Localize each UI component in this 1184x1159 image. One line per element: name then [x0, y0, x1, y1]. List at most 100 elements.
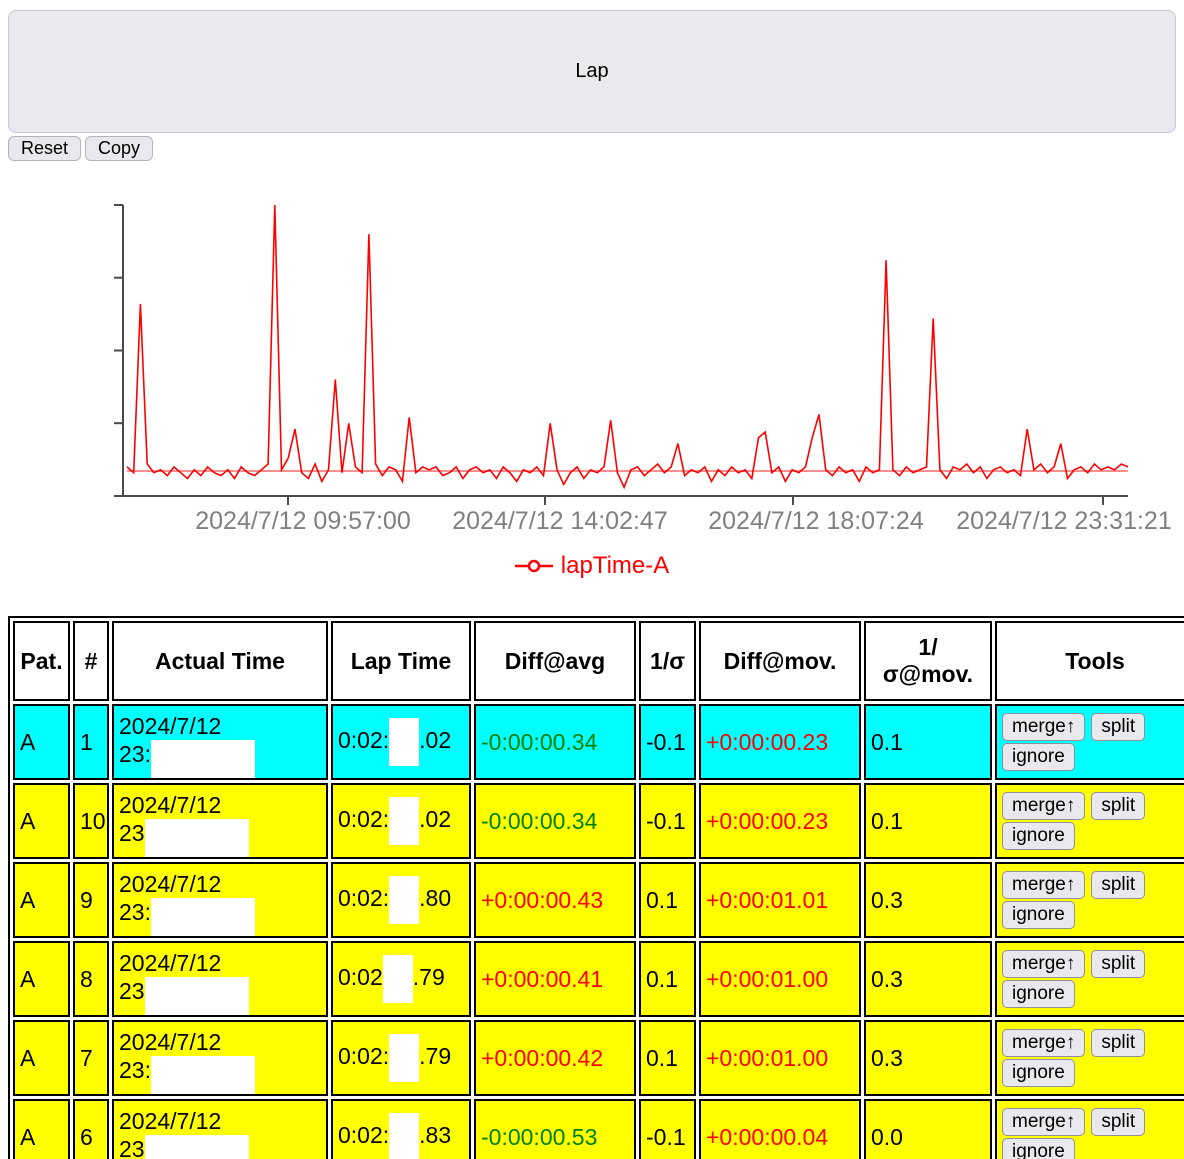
cell-diff-mov: +0:00:01.01: [699, 862, 861, 938]
redaction-box: [145, 1135, 249, 1159]
legend-marker-icon: [515, 559, 553, 573]
ignore-button[interactable]: ignore: [1002, 1138, 1075, 1159]
split-button[interactable]: split: [1091, 792, 1145, 820]
redaction-box: [383, 955, 413, 1003]
cell-actual-time: 2024/7/12 23: [112, 1099, 328, 1159]
cell-inv-sigma: 0.1: [639, 941, 696, 1017]
cell-actual-time: 2024/7/12 23:: [112, 1020, 328, 1096]
cell-number: 9: [73, 862, 109, 938]
split-button[interactable]: split: [1091, 1029, 1145, 1057]
ignore-button[interactable]: ignore: [1002, 822, 1075, 850]
cell-actual-time: 2024/7/12 23:: [112, 862, 328, 938]
ignore-button[interactable]: ignore: [1002, 980, 1075, 1008]
cell-lap-time: 0:02:.02: [331, 783, 471, 859]
cell-inv-sigma: 0.1: [639, 862, 696, 938]
table-row: A 1 2024/7/12 23: 0:02:.02 -0:00:00.34 -…: [13, 704, 1184, 780]
redaction-box: [145, 819, 249, 857]
copy-button[interactable]: Copy: [85, 136, 153, 161]
x-tick-label: 2024/7/12 23:31:21: [956, 507, 1171, 535]
cell-pattern: A: [13, 704, 70, 780]
merge-button[interactable]: merge↑: [1002, 1029, 1085, 1057]
lap-panel-header[interactable]: Lap: [8, 10, 1176, 133]
cell-diff-mov: +0:00:01.00: [699, 941, 861, 1017]
header-pattern: Pat.: [13, 621, 70, 701]
cell-pattern: A: [13, 1099, 70, 1159]
merge-button[interactable]: merge↑: [1002, 713, 1085, 741]
cell-diff-avg: +0:00:00.41: [474, 941, 636, 1017]
cell-inv-sigma: 0.1: [639, 1020, 696, 1096]
cell-lap-time: 0:02:.83: [331, 1099, 471, 1159]
merge-button[interactable]: merge↑: [1002, 792, 1085, 820]
x-tick-label: 2024/7/12 09:57:00: [195, 507, 410, 535]
header-actual-time: Actual Time: [112, 621, 328, 701]
redaction-box: [151, 898, 255, 936]
cell-lap-time: 0:02:.80: [331, 862, 471, 938]
cell-tools: merge↑ split ignore: [995, 941, 1184, 1017]
cell-diff-avg: -0:00:00.53: [474, 1099, 636, 1159]
cell-number: 7: [73, 1020, 109, 1096]
header-inv-sigma: 1/σ: [639, 621, 696, 701]
cell-inv-sigma-mov: 0.1: [864, 783, 992, 859]
cell-inv-sigma-mov: 0.3: [864, 941, 992, 1017]
cell-pattern: A: [13, 941, 70, 1017]
cell-inv-sigma-mov: 0.3: [864, 1020, 992, 1096]
lap-time-series-line: [127, 205, 1128, 487]
table-row: A 9 2024/7/12 23: 0:02:.80 +0:00:00.43 0…: [13, 862, 1184, 938]
table-body: A 1 2024/7/12 23: 0:02:.02 -0:00:00.34 -…: [13, 704, 1184, 1159]
cell-pattern: A: [13, 1020, 70, 1096]
split-button[interactable]: split: [1091, 950, 1145, 978]
header-inv-sigma-mov: 1/ σ@mov.: [864, 621, 992, 701]
ignore-button[interactable]: ignore: [1002, 743, 1075, 771]
redaction-box: [151, 1056, 255, 1094]
cell-tools: merge↑ split ignore: [995, 862, 1184, 938]
cell-diff-avg: +0:00:00.42: [474, 1020, 636, 1096]
cell-tools: merge↑ split ignore: [995, 783, 1184, 859]
cell-pattern: A: [13, 783, 70, 859]
header-number: #: [73, 621, 109, 701]
lap-panel-title: Lap: [575, 60, 608, 83]
header-diff-avg: Diff@avg: [474, 621, 636, 701]
ignore-button[interactable]: ignore: [1002, 901, 1075, 929]
x-tick-label: 2024/7/12 14:02:47: [452, 507, 667, 535]
cell-inv-sigma-mov: 0.0: [864, 1099, 992, 1159]
cell-tools: merge↑ split ignore: [995, 1099, 1184, 1159]
cell-number: 1: [73, 704, 109, 780]
cell-actual-time: 2024/7/12 23: [112, 941, 328, 1017]
cell-pattern: A: [13, 862, 70, 938]
header-diff-mov: Diff@mov.: [699, 621, 861, 701]
ignore-button[interactable]: ignore: [1002, 1059, 1075, 1087]
table-row: A 6 2024/7/12 23 0:02:.83 -0:00:00.53 -0…: [13, 1099, 1184, 1159]
redaction-box: [145, 977, 249, 1015]
split-button[interactable]: split: [1091, 871, 1145, 899]
cell-diff-mov: +0:00:00.23: [699, 704, 861, 780]
cell-diff-avg: -0:00:00.34: [474, 704, 636, 780]
cell-diff-mov: +0:00:00.04: [699, 1099, 861, 1159]
redaction-box: [389, 718, 419, 766]
cell-number: 8: [73, 941, 109, 1017]
legend-label: lapTime-A: [561, 552, 669, 580]
split-button[interactable]: split: [1091, 713, 1145, 741]
cell-actual-time: 2024/7/12 23: [112, 783, 328, 859]
redaction-box: [389, 1034, 419, 1082]
cell-diff-avg: -0:00:00.34: [474, 783, 636, 859]
cell-diff-mov: +0:00:00.23: [699, 783, 861, 859]
header-lap-time: Lap Time: [331, 621, 471, 701]
cell-number: 10: [73, 783, 109, 859]
cell-lap-time: 0:02:.79: [331, 1020, 471, 1096]
split-button[interactable]: split: [1091, 1108, 1145, 1136]
table-row: A 10 2024/7/12 23 0:02:.02 -0:00:00.34 -…: [13, 783, 1184, 859]
merge-button[interactable]: merge↑: [1002, 950, 1085, 978]
cell-inv-sigma: -0.1: [639, 783, 696, 859]
lap-data-table: Pat. # Actual Time Lap Time Diff@avg 1/σ…: [8, 616, 1184, 1159]
merge-button[interactable]: merge↑: [1002, 1108, 1085, 1136]
lap-time-chart: 2024/7/12 09:57:00 2024/7/12 14:02:47 20…: [0, 183, 1184, 580]
chart-legend: lapTime-A: [0, 552, 1184, 580]
chart-canvas: 2024/7/12 09:57:00 2024/7/12 14:02:47 20…: [0, 183, 1184, 543]
cell-inv-sigma: -0.1: [639, 1099, 696, 1159]
cell-actual-time: 2024/7/12 23:: [112, 704, 328, 780]
cell-lap-time: 0:02:.02: [331, 704, 471, 780]
redaction-box: [389, 876, 419, 924]
merge-button[interactable]: merge↑: [1002, 871, 1085, 899]
cell-inv-sigma: -0.1: [639, 704, 696, 780]
reset-button[interactable]: Reset: [8, 136, 81, 161]
